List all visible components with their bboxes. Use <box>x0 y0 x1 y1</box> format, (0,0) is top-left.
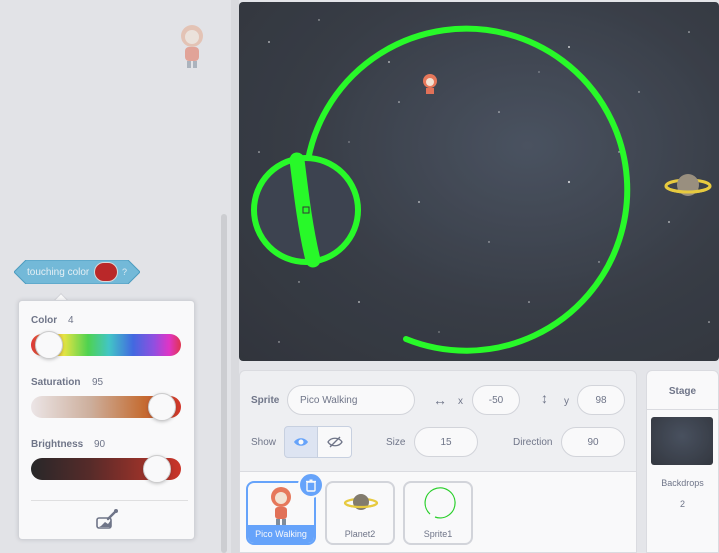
y-input[interactable]: 98 <box>577 385 625 415</box>
show-label: Show <box>251 437 277 448</box>
color-slider-knob[interactable] <box>35 331 63 359</box>
sprite-tile-label: Pico Walking <box>248 525 314 543</box>
show-visible-button[interactable] <box>284 426 318 458</box>
stage-title: Stage <box>668 386 697 397</box>
planet2-thumbnail <box>343 494 379 510</box>
size-input[interactable]: 15 <box>414 427 478 457</box>
sprite-tile-label: Planet2 <box>344 529 376 539</box>
eyedropper-icon[interactable] <box>95 508 119 530</box>
saturation-slider-knob[interactable] <box>148 393 176 421</box>
eye-icon <box>294 438 308 446</box>
sprite-tile-label: Sprite1 <box>423 529 453 539</box>
sprite-label: Sprite <box>251 395 280 406</box>
saturation-value: 95 <box>92 377 104 388</box>
brightness-value: 90 <box>94 439 106 450</box>
brightness-label: Brightness <box>31 439 84 450</box>
sprite-tile-planet2[interactable]: Planet2 <box>325 481 395 545</box>
x-arrows-icon: ↔ <box>433 392 447 408</box>
size-label: Size <box>386 437 406 448</box>
sprite1-thumbnail <box>424 487 456 519</box>
x-label: x <box>458 396 463 407</box>
color-value: 4 <box>68 315 74 326</box>
code-sprite-thumbnail <box>181 25 203 68</box>
planet-sprite <box>664 174 712 196</box>
direction-label: Direction <box>513 437 553 448</box>
y-arrows-icon: ↕ <box>541 390 548 406</box>
trash-icon <box>306 479 316 492</box>
touching-color-swatch[interactable] <box>94 262 118 282</box>
delete-sprite-button[interactable] <box>298 472 324 498</box>
picker-divider <box>31 500 188 501</box>
stage-backdrop-thumbnail[interactable] <box>651 417 713 465</box>
direction-input[interactable]: 90 <box>561 427 625 457</box>
stage-magnifier <box>251 152 361 268</box>
brightness-slider-knob[interactable] <box>143 455 171 483</box>
code-scrollbar[interactable] <box>221 214 227 553</box>
eye-slash-icon <box>326 436 343 448</box>
color-label: Color <box>31 315 58 326</box>
stage-canvas[interactable] <box>239 2 719 361</box>
sprite-tile-sprite1[interactable]: Sprite1 <box>403 481 473 545</box>
sprite-name-input[interactable]: Pico Walking <box>287 385 415 415</box>
stage-drawing <box>251 19 712 354</box>
x-input[interactable]: -50 <box>472 385 520 415</box>
pane-divider <box>231 0 239 553</box>
touching-color-help: ? <box>122 267 128 277</box>
show-hidden-button[interactable] <box>318 426 352 458</box>
y-label: y <box>564 396 569 407</box>
touching-color-label: touching color <box>27 267 90 278</box>
backdrops-count: 2 <box>679 499 685 509</box>
backdrops-label: Backdrops <box>661 478 704 488</box>
pico-sprite <box>423 74 437 94</box>
saturation-label: Saturation <box>31 377 81 388</box>
